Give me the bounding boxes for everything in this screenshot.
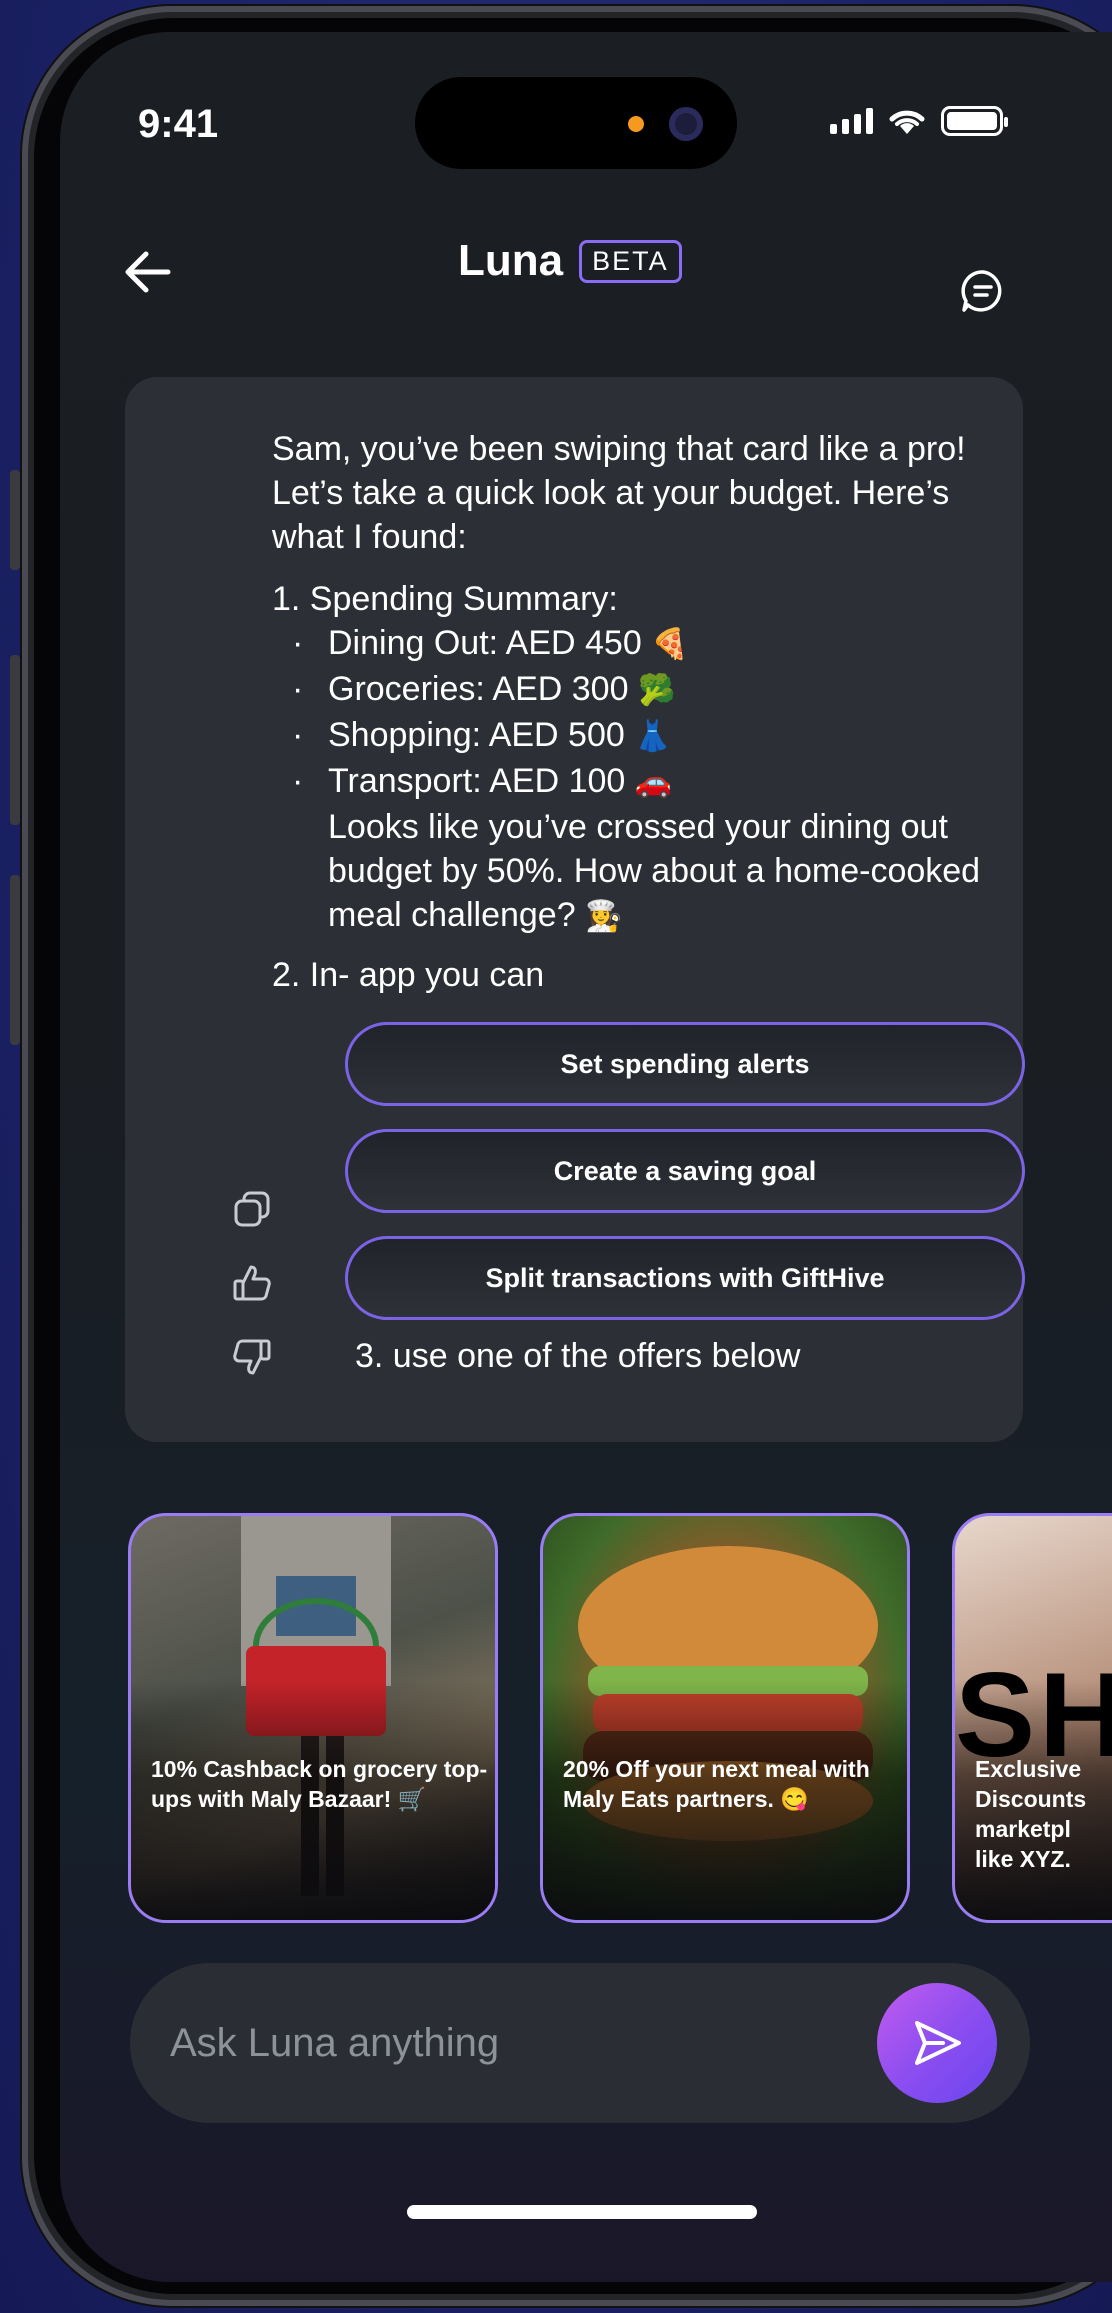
wifi-icon: [889, 110, 925, 134]
spending-list: Dining Out: AED 450 🍕 Groceries: AED 300…: [292, 621, 1002, 805]
dynamic-island: [415, 77, 737, 169]
action-buttons: Set spending alerts Create a saving goal…: [345, 1022, 1025, 1343]
message-input[interactable]: [170, 2003, 850, 2083]
offer-text: Exclusive Discounts marketpl like XYZ.: [975, 1756, 1087, 1872]
offers-carousel[interactable]: 10% Cashback on grocery top-ups with Mal…: [128, 1513, 1112, 1923]
mic-indicator-dot: [628, 116, 644, 132]
spending-summary-title: 1. Spending Summary:: [272, 580, 618, 618]
front-camera: [669, 107, 703, 141]
split-transactions-button[interactable]: Split transactions with GiftHive: [345, 1236, 1025, 1320]
step-three-label: 3. use one of the offers below: [355, 1337, 801, 1375]
app-screen: 9:41 Luna BETA Sam, you’ve been swiping …: [60, 32, 1112, 2282]
signal-icon: [830, 108, 873, 134]
copy-icon[interactable]: [230, 1187, 274, 1231]
car-emoji: 🚗: [634, 765, 673, 800]
create-saving-goal-button[interactable]: Create a saving goal: [345, 1129, 1025, 1213]
message-feedback: [230, 1187, 280, 1409]
thumbs-up-icon[interactable]: [230, 1261, 274, 1305]
thumbs-down-icon[interactable]: [230, 1335, 274, 1379]
offer-card-meal[interactable]: 20% Off your next meal with Maly Eats pa…: [540, 1513, 910, 1923]
offer-card-grocery[interactable]: 10% Cashback on grocery top-ups with Mal…: [128, 1513, 498, 1923]
status-time: 9:41: [138, 102, 219, 146]
mute-switch: [10, 470, 20, 570]
send-icon: [915, 2021, 961, 2065]
cook-emoji: 👩‍🍳: [585, 899, 623, 934]
list-item: Groceries: AED 300 🥦: [292, 667, 1002, 713]
chat-header: Luna BETA: [60, 232, 1112, 322]
title-group: Luna BETA: [458, 236, 682, 286]
list-item: Transport: AED 100 🚗: [292, 759, 1002, 805]
assistant-message-bubble: Sam, you’ve been swiping that card like …: [125, 377, 1025, 1442]
offer-text: 20% Off your next meal with Maly Eats pa…: [563, 1756, 870, 1812]
step-two-label: 2. In- app you can: [272, 956, 545, 994]
message-body: Sam, you’ve been swiping that card like …: [272, 427, 1002, 997]
dress-emoji: 👗: [634, 719, 672, 754]
status-icons: [830, 106, 1008, 136]
message-intro: Sam, you’ve been swiping that card like …: [272, 430, 966, 556]
list-item: Dining Out: AED 450 🍕: [292, 621, 1002, 667]
battery-icon: [941, 106, 1008, 136]
chat-bubble-icon[interactable]: [960, 268, 1006, 314]
list-item: Shopping: AED 500 👗: [292, 713, 1002, 759]
send-button[interactable]: [877, 1983, 997, 2103]
budget-note: Looks like you’ve crossed your dining ou…: [328, 808, 981, 934]
beta-badge: BETA: [579, 239, 682, 283]
chat-composer: [130, 1963, 1030, 2123]
page-title: Luna: [458, 236, 564, 285]
volume-down-button: [10, 875, 20, 1045]
broccoli-emoji: 🥦: [637, 673, 676, 708]
arrow-left-icon[interactable]: [118, 242, 178, 302]
volume-up-button: [10, 655, 20, 825]
offer-text: 10% Cashback on grocery top-ups with Mal…: [151, 1756, 488, 1812]
offer-card-shopping[interactable]: SH Exclusive Discounts marketpl like XYZ…: [952, 1513, 1112, 1923]
home-indicator: [407, 2205, 757, 2219]
set-spending-alerts-button[interactable]: Set spending alerts: [345, 1022, 1025, 1106]
pizza-emoji: 🍕: [651, 627, 689, 662]
